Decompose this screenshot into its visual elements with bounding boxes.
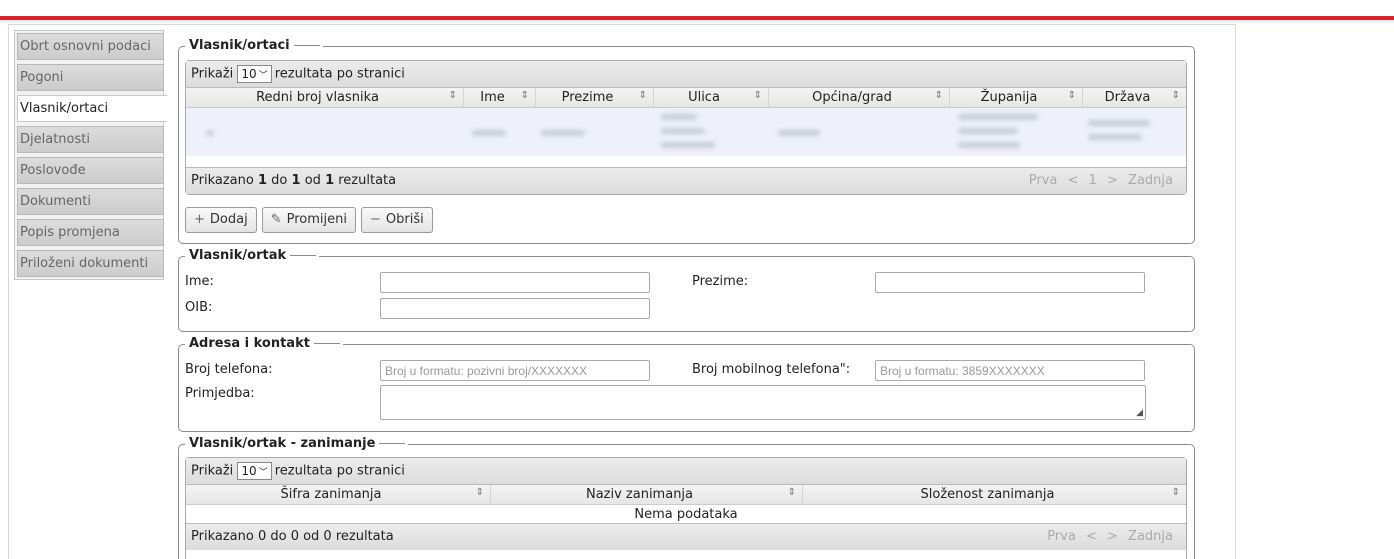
delete-button[interactable]: − Obriši (360, 207, 433, 233)
empty-message: Nema podataka (634, 507, 738, 522)
column-zupanija[interactable]: Županija ⇕ (950, 88, 1083, 107)
column-ime[interactable]: Ime ⇕ (464, 88, 536, 107)
oib-label: OIB: (185, 300, 213, 315)
owner-legend: Vlasnik/ortak (185, 248, 320, 263)
sort-icon: ⇕ (1171, 487, 1180, 498)
sort-icon: ⇕ (475, 487, 484, 498)
show-prefix: Prikaži (191, 66, 234, 82)
owners-table-footer: Prikazano 1 do 1 od 1 rezultata Prva < 1… (186, 167, 1186, 194)
tab-navigation: Obrt osnovni podaci Pogoni Vlasnik/ortac… (14, 30, 167, 280)
owner-fieldset: Vlasnik/ortak Ime: Prezime: OIB: (178, 248, 1195, 332)
pager-prev[interactable]: < (1086, 529, 1097, 544)
tab-poslovode[interactable]: Poslovođe (17, 157, 164, 184)
sort-icon: ⇕ (787, 487, 796, 498)
note-textarea[interactable]: ◢ (380, 385, 1146, 420)
add-button[interactable]: + Dodaj (185, 207, 257, 233)
contact-legend: Adresa i kontakt (185, 336, 343, 351)
redacted-cell (958, 114, 1038, 120)
phone-label: Broj telefona: (185, 362, 273, 377)
pager-next[interactable]: > (1107, 173, 1118, 188)
sort-icon: ⇕ (753, 90, 762, 101)
pager-prev[interactable]: < (1068, 173, 1079, 188)
minus-icon: − (369, 212, 381, 227)
sort-icon: ⇕ (448, 90, 457, 101)
first-name-field[interactable] (380, 272, 650, 293)
chevron-down-icon: ﹀ (258, 71, 268, 81)
column-redni-broj[interactable]: Redni broj vlasnika ⇕ (186, 88, 464, 107)
redacted-cell (541, 130, 585, 136)
column-ulica[interactable]: Ulica ⇕ (654, 88, 769, 107)
tab-pogoni[interactable]: Pogoni (17, 64, 164, 91)
tab-dokumenti[interactable]: Dokumenti (17, 188, 164, 215)
redacted-cell (472, 130, 506, 136)
note-label: Primjedba: (185, 386, 255, 401)
owners-column-headers: Redni broj vlasnika ⇕ Ime ⇕ Prezime ⇕ Ulica… (186, 88, 1186, 108)
occupation-page-size-select[interactable]: 10 ﹀ (237, 462, 272, 480)
column-opcina-grad[interactable]: Općina/grad ⇕ (769, 88, 950, 107)
tab-prilozeni-dokumenti[interactable]: Priloženi dokumenti (17, 250, 164, 277)
pager-first[interactable]: Prva (1029, 173, 1058, 188)
pager-last[interactable]: Zadnja (1128, 173, 1173, 188)
pager-next[interactable]: > (1107, 529, 1118, 544)
oib-field[interactable] (380, 298, 650, 319)
redacted-cell (661, 128, 705, 134)
pager-first[interactable]: Prva (1047, 529, 1076, 544)
occupation-column-headers: Šifra zanimanja ⇕ Naziv zanimanja ⇕ Složen… (186, 485, 1186, 505)
tab-vlasnik-ortaci[interactable]: Vlasnik/ortaci (17, 95, 167, 122)
occupation-pager: Prva < > Zadnja (1044, 529, 1176, 544)
owners-actions: + Dodaj ✎ Promijeni − Obriši (185, 207, 433, 233)
occupation-fieldset: Vlasnik/ortak - zanimanje Prikaži 10 ﹀ rez… (178, 436, 1195, 559)
tab-obrt-osnovni-podaci[interactable]: Obrt osnovni podaci (17, 33, 164, 60)
owners-table: Prikaži 10 ﹀ rezultata po stranici Redni b… (185, 60, 1187, 195)
owners-page-size-select[interactable]: 10 ﹀ (237, 65, 272, 83)
redacted-cell (778, 130, 820, 136)
column-sifra-zanimanja[interactable]: Šifra zanimanja ⇕ (186, 485, 491, 504)
redacted-cell (1088, 134, 1142, 140)
owners-pager: Prva < 1 > Zadnja (1026, 173, 1176, 188)
tab-popis-promjena[interactable]: Popis promjena (17, 219, 164, 246)
last-name-label: Prezime: (692, 274, 749, 289)
pager-last[interactable]: Zadnja (1128, 529, 1173, 544)
contact-fieldset: Adresa i kontakt Broj telefona: Broj u f… (178, 336, 1195, 432)
column-slozenost-zanimanja[interactable]: Složenost zanimanja ⇕ (803, 485, 1186, 504)
occupation-table: Prikaži 10 ﹀ rezultata po stranici Šifra z… (185, 457, 1187, 559)
resize-grip-icon[interactable]: ◢ (1136, 408, 1143, 418)
redacted-cell (958, 128, 1018, 134)
sort-icon: ⇕ (638, 90, 647, 101)
sort-icon: ⇕ (1171, 90, 1180, 101)
mobile-field[interactable]: Broj u formatu: 3859XXXXXXX (875, 360, 1145, 381)
owners-legend: Vlasnik/ortaci (185, 38, 323, 53)
column-naziv-zanimanja[interactable]: Naziv zanimanja ⇕ (491, 485, 803, 504)
plus-icon: + (194, 212, 205, 227)
sort-icon: ⇕ (520, 90, 529, 101)
edit-button[interactable]: ✎ Promijeni (261, 207, 356, 233)
redacted-cell (206, 130, 214, 136)
first-name-label: Ime: (185, 274, 214, 289)
sort-icon: ⇕ (1067, 90, 1076, 101)
owners-fieldset: Vlasnik/ortaci Prikaži 10 ﹀ rezultata po s… (178, 38, 1195, 244)
pencil-icon: ✎ (270, 212, 282, 227)
redacted-cell (1088, 120, 1150, 126)
occupation-table-header: Prikaži 10 ﹀ rezultata po stranici (186, 458, 1186, 485)
chevron-down-icon: ﹀ (258, 468, 268, 478)
pager-page[interactable]: 1 (1089, 173, 1097, 188)
owners-table-header: Prikaži 10 ﹀ rezultata po stranici (186, 61, 1186, 88)
tab-djelatnosti[interactable]: Djelatnosti (17, 126, 164, 153)
sort-icon: ⇕ (934, 90, 943, 101)
occupation-table-footer: Prikazano 0 do 0 od 0 rezultata Prva < >… (186, 523, 1186, 550)
show-suffix: rezultata po stranici (274, 66, 405, 82)
last-name-field[interactable] (875, 272, 1145, 293)
redacted-cell (661, 114, 697, 120)
phone-field[interactable]: Broj u formatu: pozivni broj/XXXXXXX (380, 360, 650, 381)
column-drzava[interactable]: Država ⇕ (1083, 88, 1186, 107)
redacted-cell (661, 142, 715, 148)
table-row[interactable] (186, 108, 1186, 156)
show-prefix: Prikaži (191, 463, 234, 479)
show-suffix: rezultata po stranici (274, 463, 405, 479)
occupation-legend: Vlasnik/ortak - zanimanje (185, 436, 409, 451)
mobile-label: Broj mobilnog telefona": (692, 362, 851, 377)
redacted-cell (958, 142, 1020, 148)
column-prezime[interactable]: Prezime ⇕ (536, 88, 654, 107)
